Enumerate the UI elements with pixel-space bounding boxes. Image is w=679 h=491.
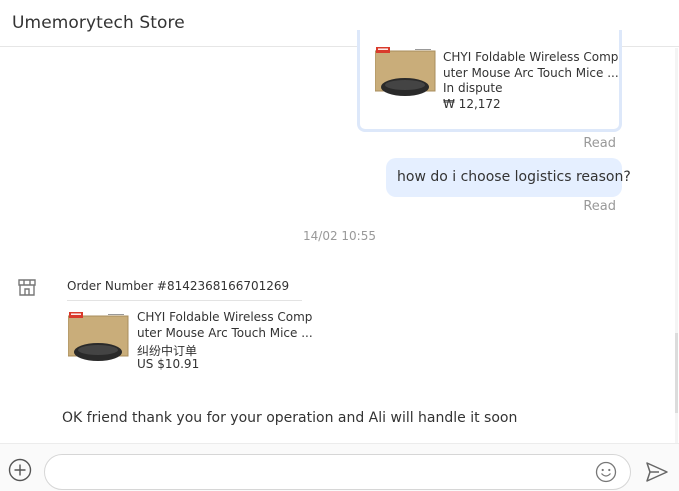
product-title-line2: uter Mouse Arc Touch Mice ...: [443, 66, 619, 80]
outgoing-message-bubble: how do i choose logistics reason?: [386, 158, 631, 197]
product-thumbnail: [375, 47, 436, 96]
product-price: ₩ 12,172: [443, 97, 501, 111]
product-title-line2[interactable]: uter Mouse Arc Touch Mice ...: [137, 326, 313, 342]
product-thumbnail[interactable]: [68, 310, 130, 366]
outgoing-product-card[interactable]: CHYI Foldable Wireless Comp uter Mouse A…: [357, 30, 622, 132]
message-composer: [0, 443, 679, 491]
product-title-line1: CHYI Foldable Wireless Comp: [443, 50, 619, 64]
read-receipt: Read: [583, 136, 616, 151]
read-receipt: Read: [583, 199, 616, 214]
store-icon[interactable]: [17, 277, 37, 297]
scrollbar-thumb[interactable]: [675, 333, 678, 413]
message-timestamp: 14/02 10:55: [303, 229, 376, 243]
divider: [67, 300, 302, 301]
message-input[interactable]: [44, 454, 631, 490]
product-title-line1[interactable]: CHYI Foldable Wireless Comp: [137, 310, 312, 326]
smiley-icon[interactable]: [595, 461, 617, 483]
product-status: In dispute: [443, 81, 503, 95]
plus-circle-icon[interactable]: [8, 458, 32, 482]
scrollbar[interactable]: [675, 48, 678, 443]
product-price: US $10.91: [137, 357, 200, 371]
incoming-message: OK friend thank you for your operation a…: [62, 410, 518, 426]
send-arrow-icon[interactable]: [645, 461, 669, 483]
store-title: Umemorytech Store: [12, 13, 185, 33]
order-number[interactable]: Order Number #8142368166701269: [67, 279, 289, 293]
